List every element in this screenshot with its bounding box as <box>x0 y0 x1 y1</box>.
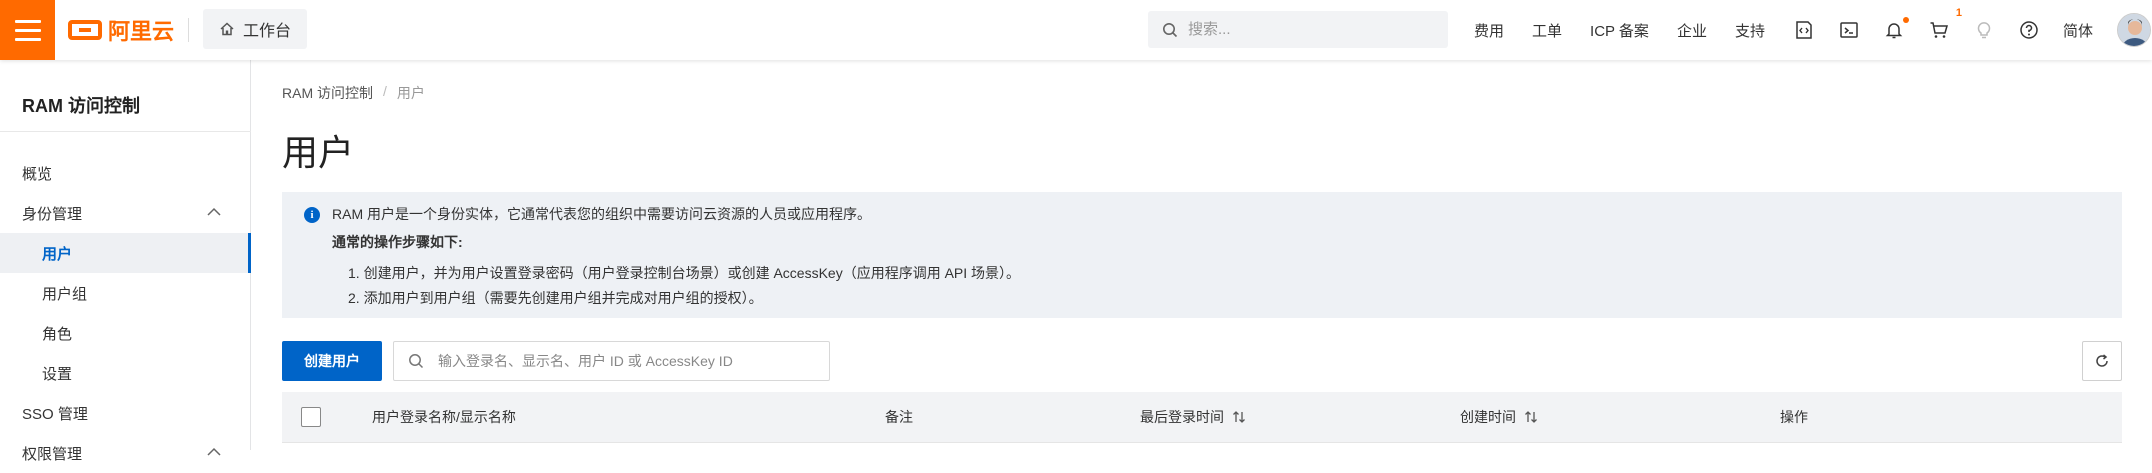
column-label: 创建时间 <box>1460 409 1516 425</box>
nav-link-support[interactable]: 支持 <box>1735 20 1765 41</box>
column-header-actions: 操作 <box>1780 392 1808 442</box>
user-avatar[interactable] <box>2116 13 2151 47</box>
sidebar-item-users[interactable]: 用户 <box>0 233 251 273</box>
info-description: RAM 用户是一个身份实体，它通常代表您的组织中需要访问云资源的人员或应用程序。 <box>332 206 871 222</box>
workbench-label: 工作台 <box>243 23 292 40</box>
notification-dot <box>1902 17 1909 23</box>
refresh-button[interactable] <box>2082 341 2122 381</box>
help-icon[interactable] <box>2018 19 2040 41</box>
breadcrumb-root[interactable]: RAM 访问控制 <box>282 83 373 103</box>
sidebar-item-roles[interactable]: 角色 <box>0 313 251 353</box>
cloud-shell-icon[interactable] <box>1838 19 1860 41</box>
column-label: 操作 <box>1780 409 1808 425</box>
language-switcher[interactable]: 简体 <box>2063 20 2093 41</box>
breadcrumb-separator: / <box>383 83 387 99</box>
search-icon <box>409 354 424 369</box>
user-search-input[interactable] <box>438 353 818 369</box>
aliyun-logo[interactable]: 阿里云 <box>68 14 174 46</box>
sidebar-item-settings[interactable]: 设置 <box>0 353 251 393</box>
info-notice: i RAM 用户是一个身份实体，它通常代表您的组织中需要访问云资源的人员或应用程… <box>282 192 2122 318</box>
main-content: RAM 访问控制 / 用户 用户 i RAM 用户是一个身份实体，它通常代表您的… <box>251 60 2152 450</box>
page-title: 用户 <box>282 132 355 173</box>
search-icon <box>1163 22 1178 37</box>
info-icon: i <box>304 207 320 223</box>
sidebar-item-label: 角色 <box>42 325 73 343</box>
sidebar-item-label: 设置 <box>42 365 73 383</box>
api-explorer-icon[interactable] <box>1793 19 1815 41</box>
brand-name: 阿里云 <box>108 19 175 44</box>
sidebar-divider <box>0 131 251 132</box>
nav-link-tickets[interactable]: 工单 <box>1532 20 1562 41</box>
sidebar-item-sso[interactable]: SSO 管理 <box>0 393 251 433</box>
sidebar-item-label: 身份管理 <box>22 205 83 223</box>
sidebar-title: RAM 访问控制 <box>22 96 140 116</box>
menu-icon[interactable] <box>0 0 55 60</box>
sort-icon[interactable] <box>1232 410 1246 424</box>
column-label: 最后登录时间 <box>1140 409 1224 425</box>
table-header: 用户登录名称/显示名称 备注 最后登录时间 创建时间 操作 <box>282 392 2122 442</box>
sidebar-item-label: 权限管理 <box>22 445 83 463</box>
notification-bell-icon[interactable] <box>1883 17 1909 41</box>
sidebar-item-label: 概览 <box>22 165 53 183</box>
lightbulb-icon[interactable] <box>1973 19 1995 41</box>
workbench-button[interactable]: 工作台 <box>203 9 308 49</box>
user-filter[interactable] <box>393 341 830 381</box>
sidebar-item-identity-management[interactable]: 身份管理 <box>0 193 251 233</box>
global-search-input[interactable] <box>1188 21 1428 38</box>
column-label: 用户登录名称/显示名称 <box>372 409 516 425</box>
sidebar-item-label: SSO 管理 <box>22 405 88 423</box>
breadcrumb: RAM 访问控制 / 用户 <box>282 83 425 103</box>
select-all-checkbox[interactable] <box>301 407 321 427</box>
cart-count-badge: 1 <box>1955 7 1962 19</box>
sidebar-item-label: 用户 <box>42 245 73 263</box>
nav-link-billing[interactable]: 费用 <box>1474 20 1504 41</box>
column-label: 备注 <box>885 409 913 425</box>
info-heading: 通常的操作步骤如下: <box>332 234 463 250</box>
top-nav-links: 费用 工单 ICP 备案 企业 支持 1 简体 <box>1474 0 2151 60</box>
sidebar-item-user-groups[interactable]: 用户组 <box>0 273 251 313</box>
info-step-1: 1. 创建用户，并为用户设置登录密码（用户登录控制台场景）或创建 AccessK… <box>348 265 1021 281</box>
chevron-up-icon <box>207 447 221 456</box>
aliyun-logo-mark <box>68 20 102 40</box>
global-search[interactable] <box>1148 11 1448 48</box>
shopping-cart-icon[interactable]: 1 <box>1928 7 1962 41</box>
home-icon <box>220 22 234 36</box>
sort-icon[interactable] <box>1524 410 1538 424</box>
sidebar-item-overview[interactable]: 概览 <box>0 153 251 193</box>
column-header-remark: 备注 <box>885 392 913 442</box>
refresh-icon <box>2096 354 2108 367</box>
sidebar: RAM 访问控制 概览 身份管理 用户 用户组 角色 设置 SSO 管理 权限管… <box>0 60 251 463</box>
column-header-username: 用户登录名称/显示名称 <box>372 392 516 442</box>
create-user-button[interactable]: 创建用户 <box>282 341 382 381</box>
sidebar-item-label: 用户组 <box>42 285 88 303</box>
table-divider <box>282 442 2122 443</box>
nav-link-enterprise[interactable]: 企业 <box>1677 20 1707 41</box>
divider <box>188 18 189 42</box>
column-header-created-time: 创建时间 <box>1460 392 1538 442</box>
chevron-up-icon <box>207 207 221 216</box>
column-header-last-login: 最后登录时间 <box>1140 392 1246 442</box>
breadcrumb-current: 用户 <box>396 85 425 101</box>
info-step-2: 2. 添加用户到用户组（需要先创建用户组并完成对用户组的授权）。 <box>348 290 763 306</box>
top-navigation-bar: 阿里云 工作台 费用 工单 ICP 备案 企业 支持 1 <box>0 0 2152 60</box>
sidebar-item-permission-management[interactable]: 权限管理 <box>0 433 251 473</box>
nav-link-icp[interactable]: ICP 备案 <box>1590 20 1649 41</box>
